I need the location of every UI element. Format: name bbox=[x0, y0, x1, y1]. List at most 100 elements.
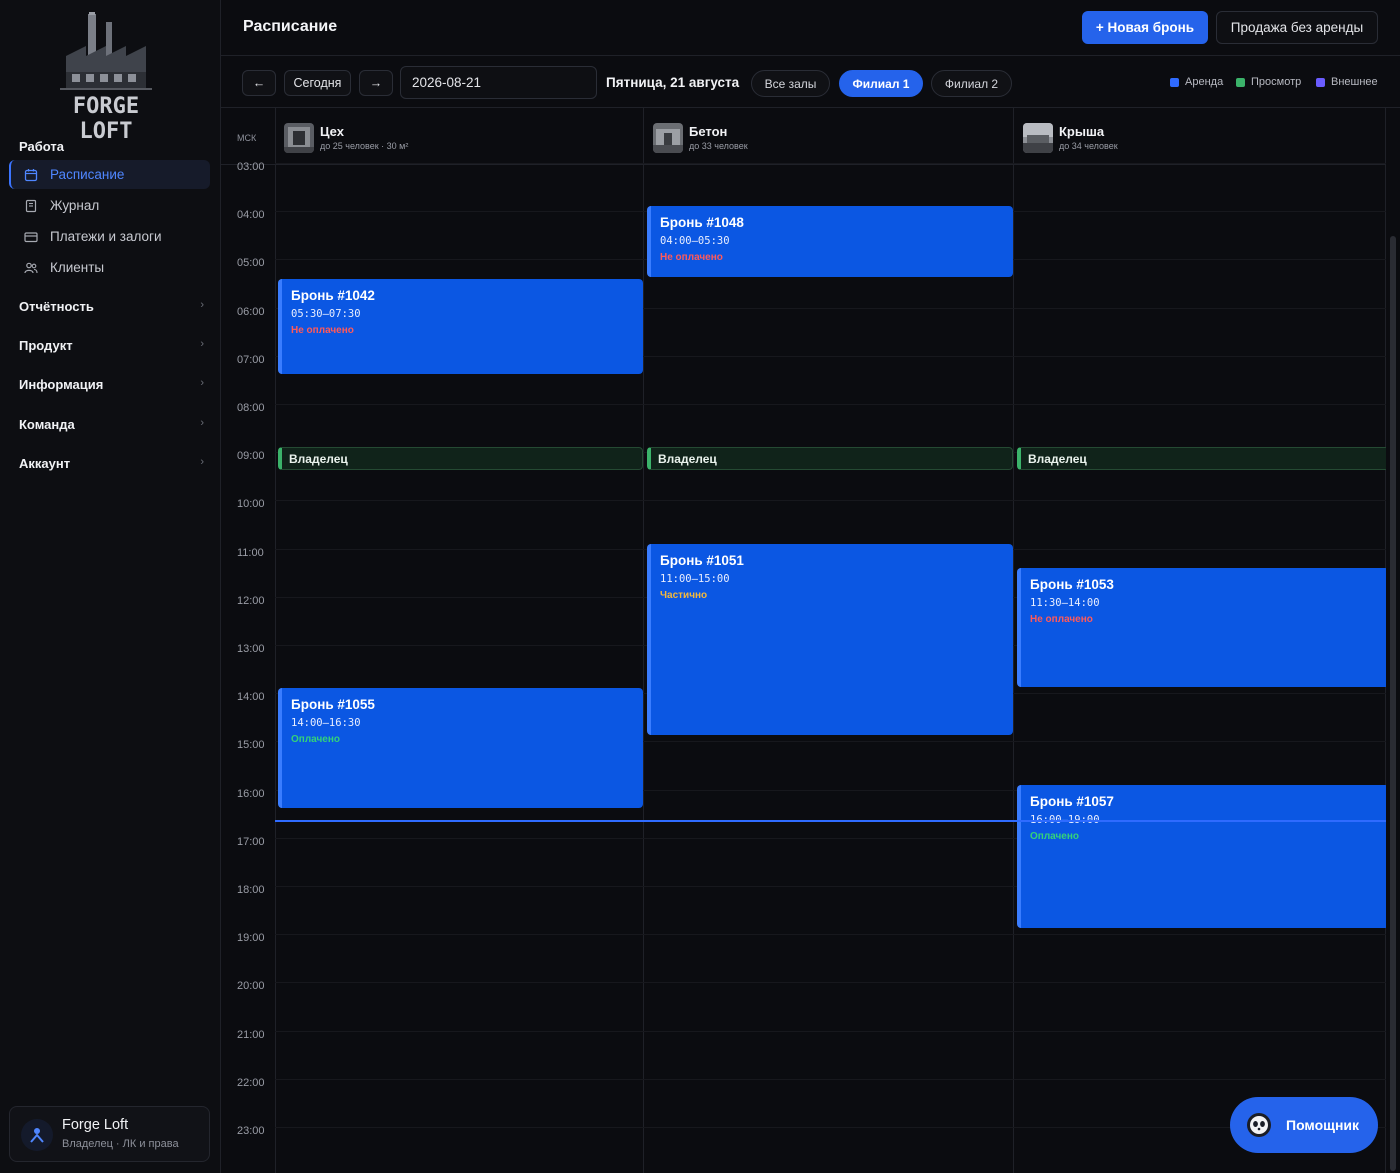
hour-label: 17:00 bbox=[237, 835, 265, 848]
sidebar-group-team[interactable]: Команда › bbox=[19, 417, 204, 432]
room-name: Крыша bbox=[1059, 124, 1105, 139]
group-label: Продукт bbox=[19, 338, 73, 353]
booking-event[interactable]: Бронь #1051 11:00–15:00 Частично bbox=[647, 543, 1013, 736]
hour-label: 19:00 bbox=[237, 932, 265, 945]
room-name: Бетон bbox=[689, 124, 728, 139]
legend-swatch bbox=[1236, 77, 1245, 87]
booking-time: 14:00–16:30 bbox=[291, 717, 361, 730]
booking-time: 04:00–05:30 bbox=[660, 235, 730, 248]
sidebar-group-reports[interactable]: Отчётность › bbox=[19, 299, 204, 314]
booking-title: Бронь #1053 bbox=[1030, 576, 1114, 592]
sidebar-item-label: Расписание bbox=[50, 167, 125, 182]
room-capacity: до 34 человек bbox=[1059, 141, 1118, 151]
booking-status: Не оплачено bbox=[660, 252, 723, 264]
owner-block[interactable]: Владелец bbox=[1017, 447, 1386, 471]
group-label: Команда bbox=[19, 417, 75, 432]
booking-event[interactable]: Бронь #1048 04:00–05:30 Не оплачено bbox=[647, 206, 1013, 278]
sidebar-item-label: Клиенты bbox=[50, 260, 105, 275]
booking-status: Оплачено bbox=[1030, 830, 1079, 842]
schedule-grid: МСК Цех до 25 человек · 30 м² Бетон до 3… bbox=[221, 108, 1386, 1173]
booking-event[interactable]: Бронь #1053 11:30–14:00 Не оплачено bbox=[1017, 567, 1386, 688]
hour-label: 18:00 bbox=[237, 884, 265, 896]
booking-time: 05:30–07:30 bbox=[291, 307, 361, 320]
sidebar-group-account[interactable]: Аккаунт › bbox=[19, 456, 204, 471]
sidebar-item-label: Журнал bbox=[50, 198, 100, 213]
booking-event[interactable]: Бронь #1042 05:30–07:30 Не оплачено bbox=[278, 278, 643, 374]
next-day-button[interactable]: → bbox=[359, 70, 393, 96]
profile-role: Владелец · ЛК и права bbox=[62, 1138, 179, 1150]
journal-icon bbox=[24, 199, 38, 213]
hour-label: 05:00 bbox=[237, 257, 265, 270]
date-input[interactable]: 2026-08-21 bbox=[400, 66, 597, 99]
legend-viewing: Просмотр bbox=[1236, 76, 1301, 88]
brand-logo[interactable]: FORGE LOFT bbox=[50, 12, 162, 144]
booking-title: Бронь #1042 bbox=[291, 287, 375, 303]
users-icon bbox=[24, 261, 38, 275]
assistant-button[interactable]: Помощник bbox=[1230, 1097, 1378, 1153]
sidebar: FORGE LOFT Работа Расписание Журнал Плат… bbox=[0, 0, 221, 1173]
brand-name: FORGE LOFT bbox=[72, 94, 140, 144]
schedule-toolbar: ← Сегодня → 2026-08-21 Пятница, 21 авгус… bbox=[221, 57, 1400, 108]
owner-block[interactable]: Владелец bbox=[647, 447, 1013, 471]
column-separator bbox=[1013, 108, 1014, 1173]
legend-swatch bbox=[1170, 77, 1179, 87]
chevron-right-icon: › bbox=[200, 417, 204, 429]
hour-label: 07:00 bbox=[237, 353, 265, 366]
hour-label: 15:00 bbox=[237, 739, 265, 752]
hour-gridline bbox=[275, 404, 1386, 405]
hour-gridline bbox=[275, 982, 1386, 984]
hour-label: 09:00 bbox=[237, 450, 265, 463]
sidebar-item-schedule[interactable]: Расписание bbox=[9, 160, 210, 189]
page-title: Расписание bbox=[243, 18, 338, 35]
room-header-tseh[interactable]: Цех до 25 человек · 30 м² bbox=[275, 108, 643, 165]
hour-label: 16:00 bbox=[237, 787, 265, 800]
room-capacity: до 25 человек · 30 м² bbox=[320, 141, 409, 151]
hour-gridline bbox=[275, 934, 1386, 936]
group-label: Аккаунт bbox=[19, 456, 71, 471]
room-header-beton[interactable]: Бетон до 33 человек bbox=[644, 108, 1013, 165]
filter-branch-2[interactable]: Филиал 2 bbox=[931, 70, 1012, 97]
hour-gridline bbox=[275, 1127, 1386, 1128]
booking-title: Бронь #1051 bbox=[660, 552, 744, 568]
date-label: Пятница, 21 августа bbox=[606, 75, 740, 90]
column-separator bbox=[643, 108, 644, 1173]
owner-block[interactable]: Владелец bbox=[278, 447, 643, 471]
filter-branch-1[interactable]: Филиал 1 bbox=[839, 70, 923, 97]
vertical-scrollbar[interactable] bbox=[1390, 236, 1396, 1171]
current-time-line bbox=[275, 819, 1386, 822]
sidebar-group-info[interactable]: Информация › bbox=[19, 377, 204, 392]
legend-rent: Аренда bbox=[1170, 76, 1223, 88]
filter-all-rooms[interactable]: Все залы bbox=[751, 70, 830, 97]
sale-without-rent-button[interactable]: Продажа без аренды bbox=[1216, 11, 1378, 44]
room-capacity: до 33 человек bbox=[689, 141, 748, 151]
booking-event[interactable]: Бронь #105716:00–19:00Оплачено bbox=[1017, 784, 1386, 929]
hour-label: 22:00 bbox=[237, 1076, 265, 1089]
section-work-label: Работа bbox=[19, 139, 64, 154]
hour-label: 23:00 bbox=[237, 1125, 265, 1137]
booking-time: 11:30–14:00 bbox=[1030, 596, 1100, 609]
calendar-icon bbox=[24, 168, 38, 182]
hour-gridline bbox=[275, 500, 1386, 502]
profile-card[interactable]: Forge Loft Владелец · ЛК и права bbox=[9, 1106, 210, 1162]
legend-label: Просмотр bbox=[1251, 76, 1302, 88]
avatar bbox=[21, 1119, 53, 1151]
new-booking-button[interactable]: + Новая бронь bbox=[1082, 11, 1208, 44]
hour-gridline bbox=[275, 1030, 1386, 1032]
booking-title: Бронь #1057 bbox=[1030, 793, 1114, 809]
sidebar-item-clients[interactable]: Клиенты bbox=[9, 253, 210, 282]
legend-external: Внешнее bbox=[1316, 76, 1378, 88]
timezone-label: МСК bbox=[237, 133, 257, 143]
mascot-icon bbox=[30, 1128, 44, 1143]
room-header-krysha[interactable]: Крыша до 34 человек bbox=[1014, 108, 1386, 165]
sidebar-group-product[interactable]: Продукт › bbox=[19, 338, 204, 353]
factory-icon bbox=[60, 12, 152, 90]
group-label: Информация bbox=[19, 377, 104, 392]
today-button[interactable]: Сегодня bbox=[284, 70, 351, 96]
legend-swatch bbox=[1316, 77, 1325, 87]
prev-day-button[interactable]: ← bbox=[242, 70, 276, 96]
booking-title: Бронь #1048 bbox=[660, 215, 744, 231]
sidebar-item-journal[interactable]: Журнал bbox=[9, 191, 210, 220]
chevron-right-icon: › bbox=[200, 456, 204, 468]
booking-event[interactable]: Бронь #1055 14:00–16:30 Оплачено bbox=[278, 688, 643, 808]
sidebar-item-payments[interactable]: Платежи и залоги bbox=[9, 222, 210, 251]
